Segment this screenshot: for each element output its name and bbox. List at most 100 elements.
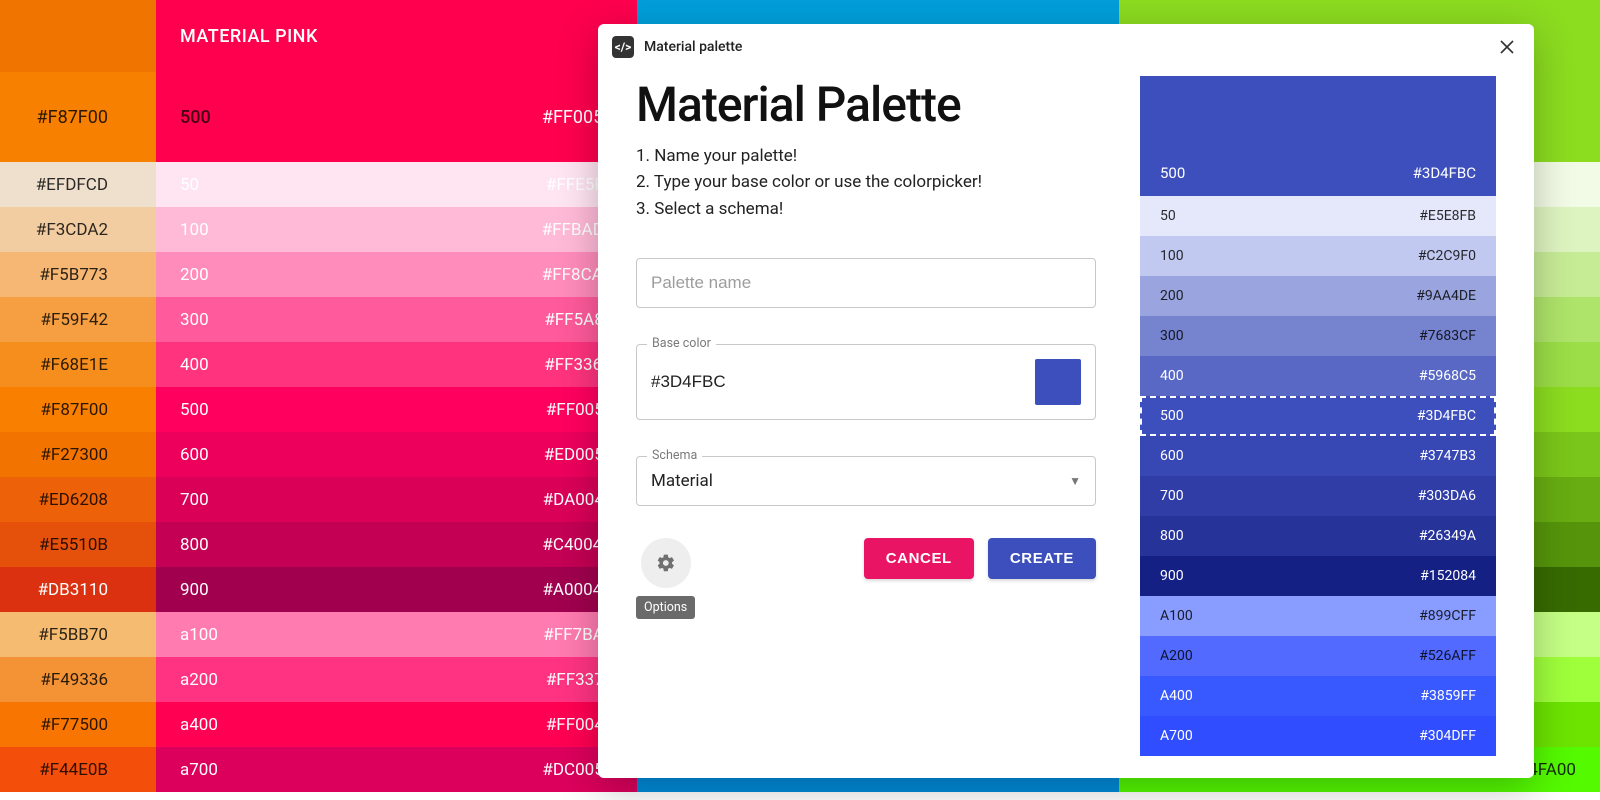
swatch-hex: #F59F42 — [41, 310, 108, 330]
base-color-field[interactable]: Base color — [636, 344, 1096, 420]
preview-swatch-row[interactable]: 400 #5968C5 — [1140, 356, 1496, 396]
bg-swatch-hero[interactable]: 500#FF0053 — [156, 72, 637, 162]
preview-swatch-row[interactable]: A700#304DFF — [1140, 716, 1496, 756]
swatch-hex: #3D4FBC — [1417, 408, 1476, 424]
bg-column-title: MATERIAL PINK — [156, 0, 637, 72]
swatch-label: A100 — [1160, 608, 1193, 624]
bg-swatch-row[interactable]: 500#FF0053 — [156, 387, 637, 432]
bg-swatch-row[interactable]: #F87F00 — [0, 387, 156, 432]
preview-hero[interactable]: 500 #3D4FBC — [1140, 76, 1496, 196]
bg-swatch-row[interactable]: 400#FF336D — [156, 342, 637, 387]
bg-swatch-row[interactable]: a400#FF0044 — [156, 702, 637, 747]
bg-swatch-row[interactable]: #F5B773 — [0, 252, 156, 297]
preview-swatch-row[interactable]: 200#9AA4DE — [1140, 276, 1496, 316]
code-icon: </> — [612, 36, 634, 58]
swatch-hex: #3747B3 — [1419, 448, 1476, 464]
preview-swatch-row[interactable]: 600 #3747B3 — [1140, 436, 1496, 476]
preview-swatch-row[interactable]: 100#C2C9F0 — [1140, 236, 1496, 276]
palette-name-field[interactable] — [636, 258, 1096, 308]
preview-swatch-row[interactable]: 500 #3D4FBC — [1140, 396, 1496, 436]
swatch-hex: #526AFF — [1419, 648, 1476, 664]
swatch-label: 50 — [1160, 208, 1176, 224]
swatch-hex: #303DA6 — [1418, 488, 1476, 504]
swatch-hex: #9AA4DE — [1416, 288, 1476, 304]
swatch-label: a400 — [180, 715, 218, 735]
bg-swatch-row[interactable]: #F3CDA2 — [0, 207, 156, 252]
swatch-label: A400 — [1160, 688, 1193, 704]
swatch-hex: #3D4FBC — [1413, 164, 1476, 182]
swatch-hex: #F5BB70 — [38, 625, 108, 645]
preview-swatch-row[interactable]: A400#3859FF — [1140, 676, 1496, 716]
bg-swatch-row[interactable]: #EFDFCD — [0, 162, 156, 207]
preview-swatch-row[interactable]: 800 #26349A — [1140, 516, 1496, 556]
step-2: 2. Type your base color or use the color… — [636, 169, 1096, 195]
step-1: 1. Name your palette! — [636, 143, 1096, 169]
schema-field[interactable]: Schema Material ▼ — [636, 456, 1096, 506]
bg-swatch-row[interactable]: #F59F42 — [0, 297, 156, 342]
schema-label: Schema — [647, 448, 702, 463]
bg-swatch-row[interactable]: 100#FFBAD0 — [156, 207, 637, 252]
palette-name-input[interactable] — [651, 273, 1081, 293]
color-picker-chip[interactable] — [1035, 359, 1081, 405]
preview-swatch-row[interactable]: 50#E5E8FB — [1140, 196, 1496, 236]
swatch-hex: #152084 — [1420, 568, 1476, 584]
swatch-label: 500 — [1160, 408, 1184, 424]
preview-swatch-row[interactable]: 300#7683CF — [1140, 316, 1496, 356]
bg-swatch-row[interactable]: #DB3110 — [0, 567, 156, 612]
swatch-label: 200 — [180, 265, 209, 285]
swatch-hex: #F87F00 — [41, 400, 108, 420]
bg-swatch-row[interactable]: #F77500 — [0, 702, 156, 747]
swatch-label: 600 — [180, 445, 209, 465]
swatch-hex: #F87F00 — [37, 107, 108, 128]
cancel-button[interactable]: CANCEL — [864, 538, 974, 579]
swatch-label: 300 — [180, 310, 209, 330]
swatch-hex: #EFDFCD — [36, 175, 108, 195]
swatch-label: 700 — [180, 490, 209, 510]
bg-swatch-row[interactable]: #F5BB70 — [0, 612, 156, 657]
bg-swatch-row[interactable]: 800#C4004D — [156, 522, 637, 567]
swatch-hex: #26349A — [1419, 528, 1476, 544]
gear-icon — [656, 553, 676, 573]
bg-swatch-row[interactable]: #E5510B — [0, 522, 156, 567]
bg-swatch-row[interactable]: 200#FF8CAB — [156, 252, 637, 297]
bg-swatch-row[interactable]: 600#ED0050 — [156, 432, 637, 477]
chevron-down-icon[interactable]: ▼ — [1069, 474, 1081, 488]
swatch-label: 400 — [1160, 368, 1184, 384]
bg-swatch-row[interactable]: 50#FFE5F1 — [156, 162, 637, 207]
bg-swatch-row[interactable]: 700#DA004F — [156, 477, 637, 522]
swatch-label: 100 — [180, 220, 209, 240]
preview-swatch-row[interactable]: A200 #526AFF — [1140, 636, 1496, 676]
bg-swatch-row[interactable]: #F27300 — [0, 432, 156, 477]
bg-swatch-row[interactable]: 300#FF5A88 — [156, 297, 637, 342]
bg-swatch-row[interactable]: 900#A0004A — [156, 567, 637, 612]
swatch-label: 100 — [1160, 248, 1184, 264]
preview-swatch-row[interactable]: A100#899CFF — [1140, 596, 1496, 636]
swatch-label: A200 — [1160, 648, 1193, 664]
swatch-hex: #F44E0B — [39, 760, 108, 780]
bg-swatch-row[interactable]: #F44E0B — [0, 747, 156, 792]
preview-swatch-row[interactable]: 700#303DA6 — [1140, 476, 1496, 516]
bg-swatch-row[interactable]: #ED6208 — [0, 477, 156, 522]
bg-column: MATERIAL PINK500#FF005350#FFE5F1100#FFBA… — [156, 0, 637, 800]
swatch-hex: #5968C5 — [1419, 368, 1476, 384]
swatch-label: 800 — [1160, 528, 1184, 544]
schema-value: Material — [651, 471, 1069, 491]
options-button[interactable] — [641, 538, 691, 588]
create-button[interactable]: CREATE — [988, 538, 1096, 579]
base-color-input[interactable] — [651, 372, 1023, 392]
swatch-hex: #F77500 — [40, 715, 108, 735]
bg-swatch-row[interactable]: a700#DC0055 — [156, 747, 637, 792]
bg-column: #F87F00 #EFDFCD #F3CDA2#F5B773 #F59F42 #F68E… — [0, 0, 156, 800]
swatch-label: 500 — [1160, 164, 1185, 182]
close-icon[interactable] — [1494, 34, 1520, 60]
bg-swatch-row[interactable]: a100#FF7BA2 — [156, 612, 637, 657]
swatch-label: 600 — [1160, 448, 1184, 464]
bg-swatch-hero[interactable]: #F87F00 — [0, 72, 156, 162]
preview-swatch-row[interactable]: 900#152084 — [1140, 556, 1496, 596]
palette-preview: 500 #3D4FBC 50#E5E8FB100#C2C9F0200#9AA4DE3… — [1140, 70, 1496, 758]
bg-swatch-row[interactable]: a200#FF3373 — [156, 657, 637, 702]
swatch-label: 900 — [180, 580, 209, 600]
swatch-hex: #304DFF — [1419, 728, 1476, 744]
bg-swatch-row[interactable]: #F49336 — [0, 657, 156, 702]
bg-swatch-row[interactable]: #F68E1E — [0, 342, 156, 387]
